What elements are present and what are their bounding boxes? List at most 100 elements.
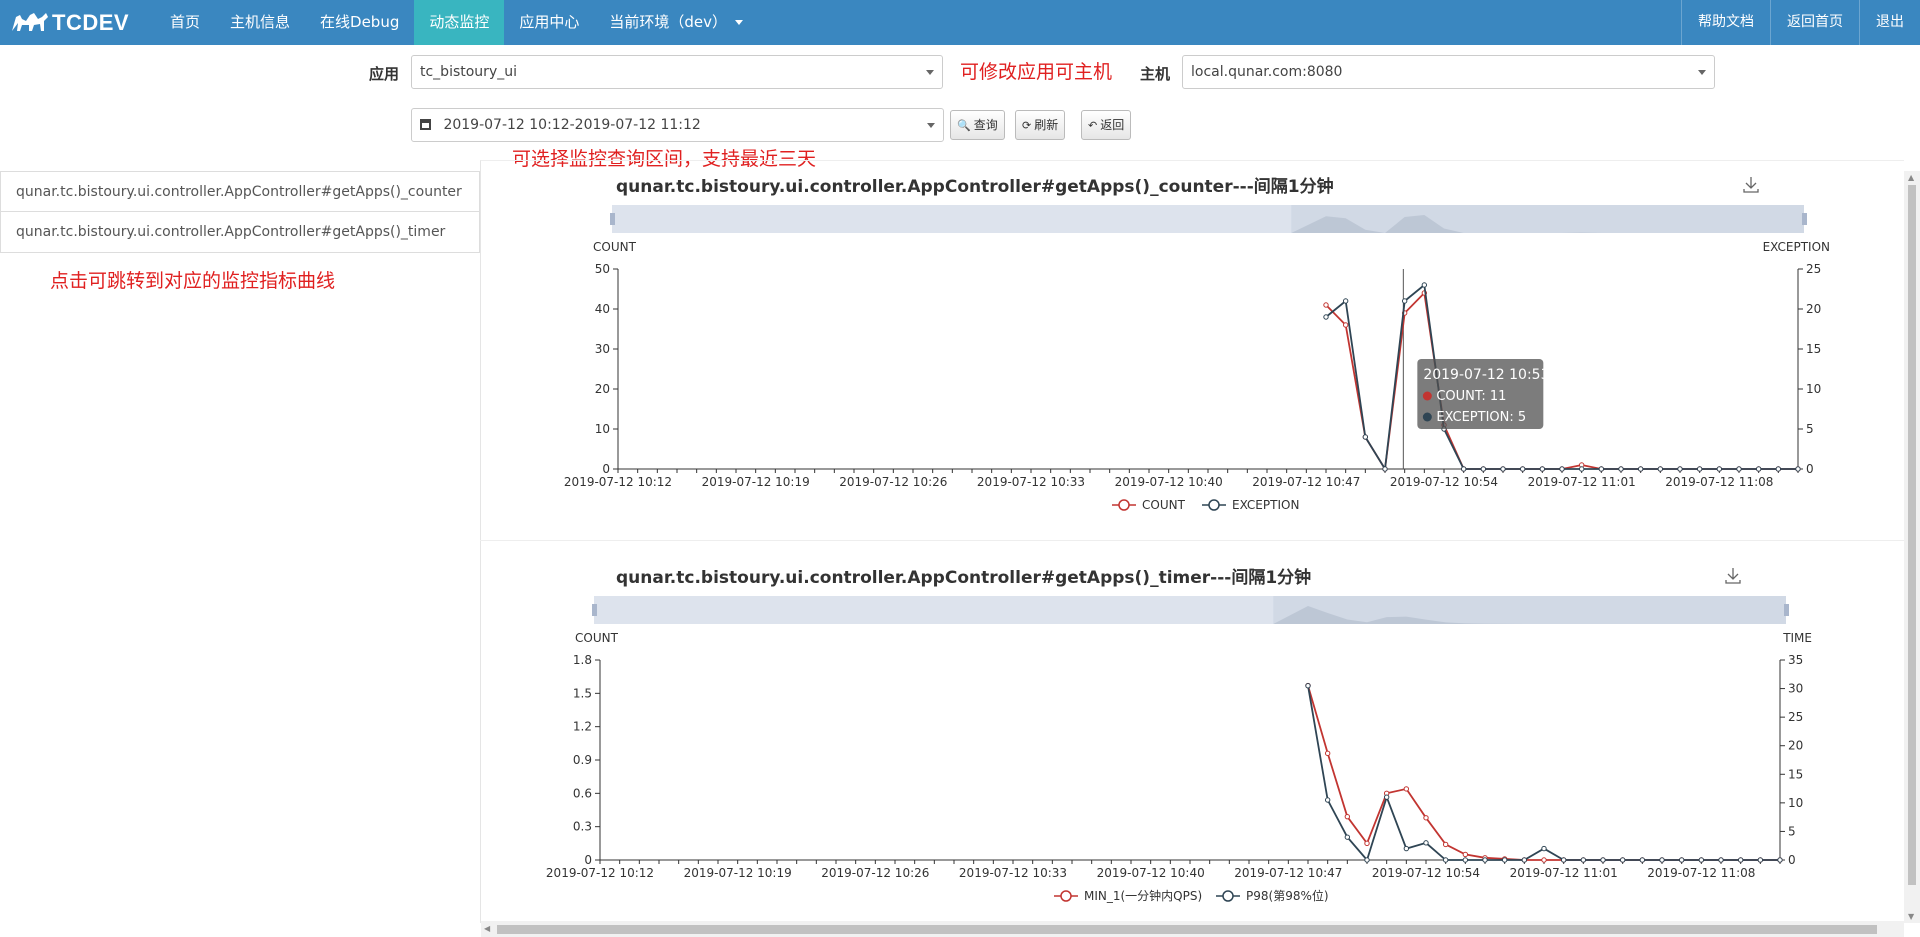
nav-dynamic-monitor[interactable]: 动态监控: [414, 0, 505, 45]
y-right-tick-label: 35: [1788, 653, 1803, 667]
legend-item[interactable]: COUNT: [1112, 498, 1186, 512]
scroll-left-icon[interactable]: ◀: [484, 924, 490, 933]
data-point: [1460, 466, 1467, 472]
brand-name: TCDEV: [52, 9, 130, 35]
data-point: [1324, 750, 1331, 757]
zoom-handle-left: [592, 604, 597, 616]
data-point: [1619, 857, 1626, 863]
vertical-scrollbar[interactable]: ▲ ▼: [1904, 171, 1920, 923]
download-icon[interactable]: [1743, 177, 1759, 193]
counter-chart[interactable]: COUNT EXCEPTION 0 10 20 30 40 50 0 5 10 15 20 25 2019-…: [540, 165, 1890, 515]
back-button[interactable]: ↶ 返回: [1081, 110, 1132, 140]
timer-chart[interactable]: COUNT TIME 0 0.3 0.6 0.9 1.2 1.5 1.8 0 5 10 15 20 25 30…: [540, 556, 1890, 906]
data-point: [1560, 857, 1567, 863]
y-axis-left-label: COUNT: [575, 631, 619, 645]
series-line-secondary: [1307, 685, 1780, 862]
chart-divider: [480, 540, 1904, 541]
data-point: [1324, 797, 1331, 803]
nav-logout[interactable]: 退出: [1859, 0, 1920, 45]
data-point: [1344, 813, 1351, 820]
y-right-tick-label: 20: [1788, 739, 1803, 753]
data-point: [1462, 851, 1469, 858]
data-point: [1716, 466, 1723, 472]
y-left-tick-label: 1.5: [573, 686, 592, 700]
nav-environment-label: 当前环境（dev）: [609, 13, 728, 31]
x-tick-label: 2019-07-12 10:26: [839, 475, 947, 489]
data-point: [1403, 845, 1410, 852]
legend-label: P98(第98%位): [1246, 888, 1329, 903]
data-point: [1500, 466, 1506, 472]
tooltip-line: COUNT: 11: [1436, 389, 1506, 404]
x-tick-label: 2019-07-12 10:40: [1097, 866, 1205, 880]
data-point: [1600, 857, 1606, 863]
data-point: [1442, 841, 1449, 848]
data-point: [1401, 298, 1408, 304]
x-tick-label: 2019-07-12 10:54: [1390, 475, 1498, 489]
refresh-button[interactable]: ⟳ 刷新: [1015, 110, 1066, 140]
scroll-up-icon[interactable]: ▲: [1908, 173, 1914, 182]
nav-app-center[interactable]: 应用中心: [504, 0, 594, 45]
y-right-tick-label: 30: [1788, 682, 1803, 696]
nav-host-info[interactable]: 主机信息: [215, 0, 305, 45]
data-point: [1639, 857, 1646, 863]
zoom-handle-right: [1784, 604, 1789, 616]
data-point: [1421, 282, 1428, 288]
nav-environment-dropdown[interactable]: 当前环境（dev）: [594, 0, 758, 45]
y-left-tick-label: 30: [595, 342, 610, 356]
data-point: [1305, 683, 1311, 689]
caret-down-icon: [735, 20, 744, 25]
query-button[interactable]: 🔍 查询: [950, 110, 1005, 140]
nav-help-docs[interactable]: 帮助文档: [1681, 0, 1770, 45]
data-point: [1795, 466, 1801, 472]
horizontal-scrollbar-thumb[interactable]: [497, 925, 1877, 934]
legend-item[interactable]: EXCEPTION: [1202, 498, 1299, 512]
legend-item[interactable]: P98(第98%位): [1216, 888, 1329, 903]
data-point: [1342, 322, 1349, 328]
y-right-tick-label: 15: [1806, 342, 1821, 356]
nav-home[interactable]: 首页: [155, 0, 215, 45]
vertical-scrollbar-thumb[interactable]: [1908, 185, 1916, 885]
data-point: [1736, 466, 1742, 472]
host-select[interactable]: local.qunar.com:8080: [1182, 55, 1715, 89]
time-range-value: 2019-07-12 10:12-2019-07-12 11:12: [443, 117, 701, 133]
data-point: [1698, 857, 1705, 863]
nav-right-group: 帮助文档 返回首页 退出: [1681, 0, 1920, 45]
data-point: [1541, 845, 1547, 852]
brand-logo[interactable]: TCDEV: [0, 0, 155, 45]
legend-label: COUNT: [1142, 498, 1186, 512]
chevron-down-icon: [926, 70, 934, 75]
metric-item-timer[interactable]: qunar.tc.bistoury.ui.controller.AppContr…: [0, 212, 480, 253]
x-tick-label: 2019-07-12 10:12: [546, 866, 654, 880]
data-point: [1696, 466, 1703, 472]
x-tick-label: 2019-07-12 11:01: [1528, 475, 1636, 489]
legend-marker: [1222, 890, 1234, 902]
time-range-picker[interactable]: 2019-07-12 10:12-2019-07-12 11:12: [411, 108, 944, 142]
data-point: [1598, 466, 1605, 472]
x-tick-label: 2019-07-12 11:08: [1647, 866, 1755, 880]
tooltip-time: 2019-07-12 10:53: [1423, 367, 1549, 383]
data-point: [1541, 857, 1547, 863]
y-right-tick-label: 5: [1788, 824, 1796, 838]
data-point: [1423, 840, 1429, 846]
scroll-down-icon[interactable]: ▼: [1908, 912, 1914, 921]
nav-back-home[interactable]: 返回首页: [1770, 0, 1859, 45]
data-point: [1423, 815, 1429, 821]
download-icon[interactable]: [1725, 568, 1741, 584]
legend-marker: [1208, 499, 1220, 511]
nav-online-debug[interactable]: 在线Debug: [305, 0, 414, 45]
data-point: [1382, 466, 1388, 472]
app-select[interactable]: tc_bistoury_ui: [411, 55, 943, 89]
legend-item[interactable]: MIN_1(一分钟内QPS): [1054, 888, 1202, 903]
annotation-metric-list: 点击可跳转到对应的监控指标曲线: [50, 270, 336, 292]
data-point: [1342, 298, 1349, 304]
y-right-tick-label: 10: [1788, 796, 1803, 810]
y-right-tick-label: 0: [1788, 853, 1796, 867]
data-point: [1364, 857, 1370, 863]
metric-item-counter[interactable]: qunar.tc.bistoury.ui.controller.AppContr…: [0, 171, 480, 212]
data-point: [1559, 466, 1565, 472]
data-point: [1659, 857, 1665, 863]
horizontal-scrollbar[interactable]: ◀: [481, 921, 1904, 937]
chevron-down-icon: [1698, 70, 1706, 75]
data-point: [1383, 794, 1390, 800]
legend-label: EXCEPTION: [1232, 498, 1299, 512]
